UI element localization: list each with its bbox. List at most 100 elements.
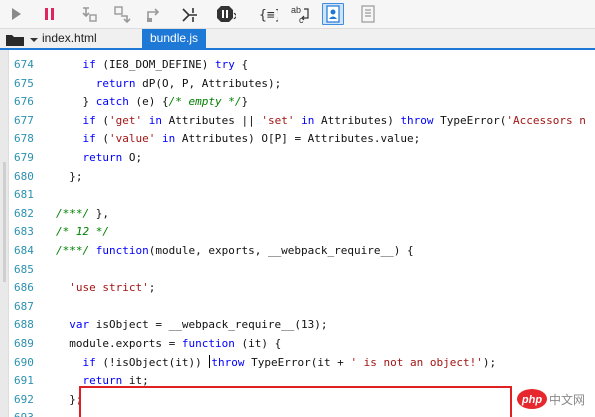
code-token: 'use strict' xyxy=(69,281,149,295)
code-line: } catch (e) {/* empty */} xyxy=(56,93,248,112)
code-token: if xyxy=(82,58,96,71)
debugger-toolbar: {≡} abc xyxy=(0,0,595,29)
just-my-code-icon xyxy=(326,5,340,23)
line-number[interactable]: 690 xyxy=(14,354,54,373)
line-number[interactable]: 684 xyxy=(14,242,54,261)
line-number[interactable]: 687 xyxy=(14,298,54,317)
svg-text:php: php xyxy=(521,394,542,406)
line-number[interactable]: 686 xyxy=(14,279,54,298)
code-token: /* empty */ xyxy=(168,95,242,109)
line-number[interactable]: 674 xyxy=(14,56,54,75)
code-token: (it) { xyxy=(234,337,282,350)
code-editor[interactable]: 674 if (IE8_DOM_DEFINE) try {675 return … xyxy=(0,50,595,417)
code-token: Attributes || xyxy=(162,113,262,127)
code-token: var xyxy=(69,318,90,332)
code-line: /***/ }, xyxy=(56,205,109,224)
code-token: if xyxy=(82,355,96,369)
line-number[interactable]: 692 xyxy=(14,391,54,410)
break-on-new-worker-button[interactable] xyxy=(179,3,201,25)
code-token: dP(O, P, Attributes); xyxy=(135,76,282,90)
code-token: }; xyxy=(56,169,83,183)
gutter-grip xyxy=(3,162,6,282)
code-line: module.exports = function (it) { xyxy=(56,335,281,354)
php-cn-watermark-logo: php 中文网 xyxy=(517,389,585,409)
line-number[interactable]: 677 xyxy=(14,112,54,131)
code-token: ' is not an object!' xyxy=(350,355,483,369)
code-token: (e) { xyxy=(128,95,169,109)
code-line: var isObject = __webpack_require__(13); xyxy=(56,316,327,335)
code-token: if xyxy=(82,113,96,127)
code-token: O; xyxy=(122,151,143,164)
code-token: TypeError(it + xyxy=(244,355,351,369)
code-token: ( xyxy=(95,113,109,127)
code-token: 'get' xyxy=(109,113,143,127)
line-number[interactable]: 679 xyxy=(14,149,54,168)
code-token: (module, exports, __webpack_require__) { xyxy=(148,244,414,257)
code-token: Attributes) xyxy=(314,113,401,127)
step-into-icon xyxy=(82,7,97,22)
pretty-print-button[interactable]: {≡} xyxy=(256,3,278,25)
break-on-new-worker-icon xyxy=(182,8,197,22)
line-number[interactable]: 691 xyxy=(14,372,54,391)
code-line: return dP(O, P, Attributes); xyxy=(56,75,281,94)
code-token: return xyxy=(95,76,136,90)
pause-button[interactable] xyxy=(39,3,61,25)
line-number[interactable]: 681 xyxy=(14,186,54,205)
step-over-button[interactable] xyxy=(111,3,133,25)
step-out-button[interactable] xyxy=(143,3,165,25)
code-token: function xyxy=(181,337,235,350)
svg-text:中文网: 中文网 xyxy=(549,392,585,407)
code-token: { xyxy=(234,58,249,71)
step-out-icon xyxy=(147,8,160,22)
code-line: if ('get' in Attributes || 'set' in Attr… xyxy=(56,112,586,131)
word-wrap-icon: abc xyxy=(291,5,309,25)
code-line: }; xyxy=(56,168,83,187)
exception-behavior-button[interactable] xyxy=(214,3,236,25)
code-line: /* 12 */ xyxy=(56,223,109,242)
line-number[interactable]: 693 xyxy=(14,409,54,417)
code-token: (!isObject(it)) xyxy=(95,355,209,369)
code-token: } xyxy=(56,95,96,109)
code-line: 'use strict'; xyxy=(56,279,155,298)
code-line: return O; xyxy=(56,149,143,168)
continue-button[interactable] xyxy=(5,3,27,25)
code-token: 'value' xyxy=(109,132,156,146)
pause-icon xyxy=(45,8,54,20)
pretty-print-icon: {≡} xyxy=(259,8,278,23)
line-number[interactable]: 688 xyxy=(14,316,54,335)
code-token: 'Accessors n xyxy=(506,113,586,127)
step-into-button[interactable] xyxy=(78,3,100,25)
code-token: throw xyxy=(400,113,434,127)
line-number[interactable]: 685 xyxy=(14,261,54,280)
code-token: try xyxy=(214,58,235,71)
word-wrap-button[interactable]: ab c xyxy=(289,3,311,25)
line-number[interactable]: 682 xyxy=(14,205,54,224)
line-number[interactable]: 675 xyxy=(14,75,54,94)
line-number[interactable]: 683 xyxy=(14,223,54,242)
code-token: 'set' xyxy=(261,113,295,127)
code-token: TypeError( xyxy=(433,113,507,127)
code-line: if (!isObject(it)) throw TypeError(it + … xyxy=(56,354,496,373)
line-number[interactable]: 689 xyxy=(14,335,54,354)
clear-breakpoints-button[interactable] xyxy=(357,3,379,25)
line-number[interactable]: 676 xyxy=(14,93,54,112)
line-number[interactable]: 680 xyxy=(14,168,54,187)
just-my-code-button[interactable] xyxy=(322,3,344,25)
code-line: if ('value' in Attributes) O[P] = Attrib… xyxy=(56,130,421,149)
line-number[interactable]: 678 xyxy=(14,130,54,149)
code-token: }, xyxy=(89,206,109,220)
code-token: ( xyxy=(95,132,109,146)
code-token: throw xyxy=(211,355,245,369)
tab-index-html[interactable]: index.html xyxy=(34,29,105,48)
continue-icon xyxy=(12,8,21,20)
tab-bundle-js[interactable]: bundle.js xyxy=(142,29,207,48)
